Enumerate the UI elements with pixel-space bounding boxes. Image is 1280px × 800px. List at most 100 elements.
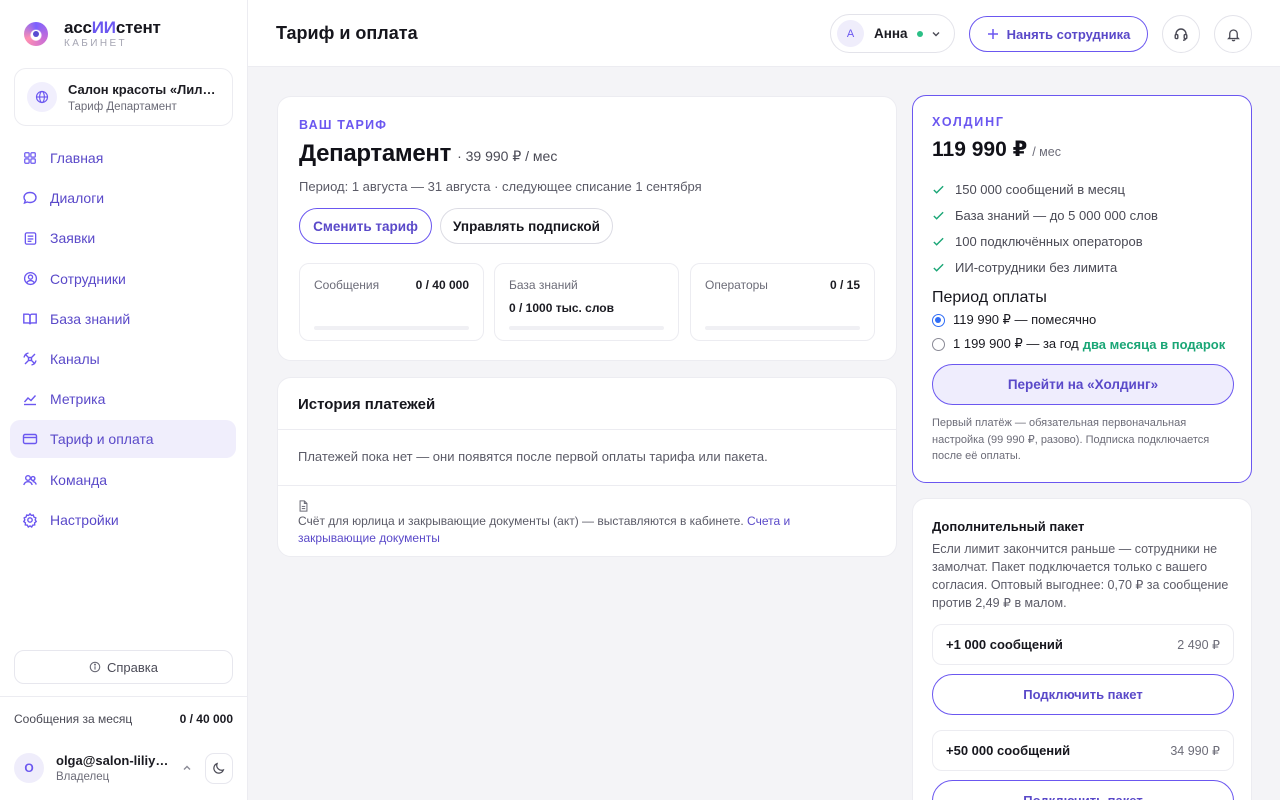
divider <box>278 429 896 430</box>
grid-icon <box>22 150 38 166</box>
gift-badge: два месяца в подарок <box>1082 336 1226 352</box>
sidebar-item-metrics[interactable]: Метрика <box>10 380 236 418</box>
holding-eyebrow: ХОЛДИНГ <box>932 115 1005 129</box>
pack-price: 2 490 ₽ <box>1177 638 1220 652</box>
check-icon <box>932 235 946 248</box>
plan-eyebrow: ВАШ ТАРИФ <box>299 118 388 132</box>
radio-button[interactable] <box>932 313 945 327</box>
addon-description: Если лимит закончится раньше — сотрудник… <box>932 542 1229 610</box>
progress-bar <box>509 326 664 330</box>
main-nav: Главная Диалоги Заявки Сотрудники База з… <box>10 139 236 541</box>
usage-label: Сообщения за месяц <box>14 712 133 726</box>
team-icon <box>22 472 38 488</box>
org-plan: Тариф Департамент <box>68 100 177 113</box>
feature-item: 150 000 сообщений в месяц <box>932 177 1158 203</box>
gear-icon <box>22 512 38 528</box>
chevron-down-icon <box>931 29 941 39</box>
metric-label: База знаний <box>509 278 578 292</box>
chart-line-icon <box>22 391 38 407</box>
user-switcher[interactable]: А Анна <box>830 14 955 53</box>
feature-item: 100 подключённых операторов <box>932 229 1158 255</box>
help-button[interactable]: Справка <box>14 650 233 684</box>
org-switcher[interactable]: Салон красоты «Лилия» Тариф Департамент <box>14 68 233 126</box>
sidebar-item-employees[interactable]: Сотрудники <box>10 260 236 298</box>
holding-price-unit: / мес <box>1032 145 1061 159</box>
feature-list: 150 000 сообщений в месяц База знаний — … <box>932 177 1158 280</box>
history-title: История платежей <box>298 396 436 413</box>
chat-icon <box>22 190 38 206</box>
page-title: Тариф и оплата <box>276 23 418 43</box>
period-option-yearly[interactable]: 1 199 900 ₽ — за год два месяца в подаро… <box>932 336 1225 352</box>
sidebar-item-home[interactable]: Главная <box>10 139 236 177</box>
book-icon <box>22 311 38 327</box>
hire-employee-button[interactable]: Нанять сотрудника <box>969 16 1148 52</box>
brand-name: ассИИстент <box>64 18 161 37</box>
document-icon <box>298 500 309 512</box>
history-empty-state: Платежей пока нет — они появятся после п… <box>298 449 768 464</box>
sidebar-item-settings[interactable]: Настройки <box>10 501 236 539</box>
metric-label: Сообщения <box>314 278 380 292</box>
feature-item: ИИ-сотрудники без лимита <box>932 254 1158 280</box>
help-label: Справка <box>107 659 158 675</box>
connect-pack-button[interactable]: Подключить пакет <box>932 674 1234 715</box>
avatar: А <box>837 20 864 47</box>
plus-icon <box>987 28 999 40</box>
sidebar: ассИИстент КАБИНЕТ Салон красоты «Лилия»… <box>0 0 248 800</box>
usage-metric-messages: Сообщения 0 / 40 000 <box>299 263 484 341</box>
top-bar: Тариф и оплата А Анна Нанять сотрудника <box>248 0 1280 67</box>
pack-price: 34 990 ₽ <box>1170 744 1220 758</box>
inbox-icon <box>22 230 38 246</box>
sidebar-item-knowledge[interactable]: База знаний <box>10 300 236 338</box>
sidebar-item-dialogs[interactable]: Диалоги <box>10 179 236 217</box>
headset-icon <box>1173 26 1189 42</box>
sidebar-item-billing[interactable]: Тариф и оплата <box>10 420 236 459</box>
current-plan-card: ВАШ ТАРИФ Департамент · 39 990 ₽ / мес П… <box>277 96 897 361</box>
connect-pack-button[interactable]: Подключить пакет <box>932 780 1234 800</box>
org-name: Салон красоты «Лилия» <box>68 81 220 97</box>
support-button[interactable] <box>1162 15 1200 53</box>
account-email: olga@salon-liliya.ru <box>56 753 174 768</box>
metric-value: 0 / 15 <box>829 278 860 292</box>
sidebar-item-channels[interactable]: Каналы <box>10 340 236 378</box>
usage-metric-knowledge: База знаний 0 / 1000 тыс. слов <box>494 263 679 341</box>
period-option-monthly[interactable]: 119 990 ₽ — помесячно <box>932 312 1096 328</box>
brand[interactable]: ассИИстент КАБИНЕТ <box>24 18 161 50</box>
sidebar-item-label: Тариф и оплата <box>50 431 154 448</box>
sidebar-item-label: Сотрудники <box>50 270 126 287</box>
upgrade-plan-button[interactable]: Перейти на «Холдинг» <box>932 364 1234 405</box>
sidebar-item-requests[interactable]: Заявки <box>10 219 236 257</box>
notifications-button[interactable] <box>1214 15 1252 53</box>
sidebar-item-label: Настройки <box>50 511 119 528</box>
theme-toggle-button[interactable] <box>204 752 233 784</box>
pack-name: +1 000 сообщений <box>946 637 1063 652</box>
pack-option: +50 000 сообщений 34 990 ₽ <box>932 730 1234 771</box>
usage-value: 0 / 40 000 <box>179 712 233 726</box>
addon-title: Дополнительный пакет <box>932 519 1085 534</box>
info-icon <box>89 661 101 673</box>
card-icon <box>22 431 38 447</box>
moon-icon <box>212 761 226 775</box>
usage-metric-operators: Операторы 0 / 15 <box>690 263 875 341</box>
sidebar-item-label: Главная <box>50 150 104 166</box>
addon-pack-card: Дополнительный пакет Если лимит закончит… <box>912 498 1252 800</box>
account-role: Владелец <box>56 771 110 783</box>
sidebar-item-label: Диалоги <box>50 190 105 207</box>
plan-price: · 39 990 ₽ / мес <box>457 148 558 164</box>
sidebar-item-label: Каналы <box>50 350 100 367</box>
metric-value: 0 / 40 000 <box>415 278 469 292</box>
plan-period: Период: 1 августа — 31 августа · следующ… <box>299 179 702 194</box>
plan-name: Департамент <box>299 140 452 167</box>
documents-note: Счёт для юрлица и закрывающие документы … <box>298 514 791 545</box>
user-name: Анна <box>874 26 908 41</box>
account-menu[interactable]: O olga@salon-liliya.ru Владелец <box>14 748 233 788</box>
chevron-up-icon[interactable] <box>180 763 195 773</box>
sidebar-item-team[interactable]: Команда <box>10 461 236 499</box>
hire-label: Нанять сотрудника <box>1006 26 1131 42</box>
progress-bar <box>705 326 860 330</box>
sidebar-item-label: Команда <box>50 471 108 488</box>
manage-subscription-button[interactable]: Управлять подпиской <box>440 208 613 244</box>
holding-plan-card: ХОЛДИНГ 119 990 ₽ / мес 150 000 сообщени… <box>912 95 1252 483</box>
metric-value: 0 / 1000 тыс. слов <box>509 301 615 315</box>
radio-button[interactable] <box>932 337 945 351</box>
change-plan-button[interactable]: Сменить тариф <box>299 208 432 244</box>
